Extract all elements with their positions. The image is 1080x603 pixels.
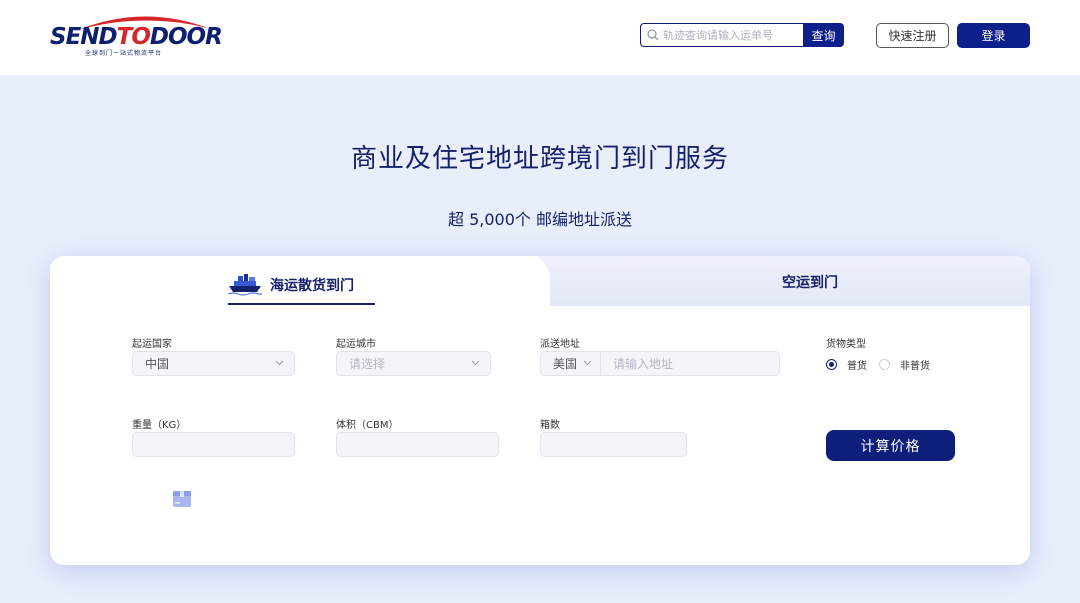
cargo-type-special-label: 非普货 [900, 361, 930, 372]
chevron-down-icon [275, 360, 284, 366]
destination-label: 派送地址 [540, 339, 580, 350]
origin-city-label: 起运城市 [336, 339, 376, 350]
package-box-icon [173, 491, 191, 507]
send-to-door-logo[interactable]: SENDTODOOR 全球到门一站式物流平台 [48, 10, 226, 60]
weight-label: 重量（KG） [132, 420, 187, 431]
logo-tagline: 全球到门一站式物流平台 [85, 50, 163, 57]
tracking-search-input[interactable] [663, 28, 801, 42]
tracking-search-box[interactable] [640, 23, 804, 47]
hero-subtitle: 超 5,000个 邮编地址派送 [448, 210, 632, 229]
cargo-type-radio-general[interactable] [826, 359, 837, 370]
destination-field: 美国 请输入地址 [540, 351, 780, 376]
cargo-type-label: 货物类型 [826, 339, 866, 350]
tab-air-freight[interactable]: 空运到门 [782, 272, 838, 292]
origin-country-label: 起运国家 [132, 339, 172, 350]
tab-sea-freight[interactable]: 海运散货到门 [228, 266, 354, 304]
login-button[interactable]: 登录 [957, 23, 1030, 48]
quick-register-button[interactable]: 快速注册 [876, 23, 949, 48]
origin-country-select[interactable]: 中国 [132, 351, 295, 376]
logo-wordmark: SENDTODOOR [50, 24, 223, 50]
tab-sea-freight-label: 海运散货到门 [270, 278, 354, 294]
chevron-down-icon [583, 360, 592, 366]
destination-country-value: 美国 [553, 357, 578, 371]
volume-input[interactable] [336, 432, 499, 457]
weight-input[interactable] [132, 432, 295, 457]
boxes-input[interactable] [540, 432, 687, 457]
calculate-price-button[interactable]: 计算价格 [826, 430, 955, 461]
cargo-type-radio-group: 普货 非普货 [826, 357, 942, 372]
cargo-type-radio-special[interactable] [879, 359, 890, 370]
boxes-label: 箱数 [540, 420, 560, 431]
origin-city-select[interactable]: 请选择 [336, 351, 491, 376]
origin-city-placeholder: 请选择 [349, 357, 386, 371]
origin-country-value: 中国 [145, 357, 170, 371]
hero-title: 商业及住宅地址跨境门到门服务 [350, 144, 729, 174]
quote-card: 海运散货到门 空运到门 起运国家 中国 起运城市 请选择 派送地址 美国 请输入… [50, 256, 1030, 565]
destination-address-input[interactable]: 请输入地址 [601, 352, 673, 375]
volume-label: 体积（CBM） [336, 420, 399, 431]
search-icon [647, 29, 659, 41]
destination-country-select[interactable]: 美国 [541, 352, 601, 375]
chevron-down-icon [471, 360, 480, 366]
top-header: SENDTODOOR 全球到门一站式物流平台 查询 快速注册 登录 [0, 0, 1080, 75]
cargo-type-general-label: 普货 [847, 361, 867, 372]
tracking-search-button[interactable]: 查询 [803, 23, 844, 47]
cargo-ship-icon [228, 274, 262, 296]
active-tab-underline [228, 303, 375, 305]
